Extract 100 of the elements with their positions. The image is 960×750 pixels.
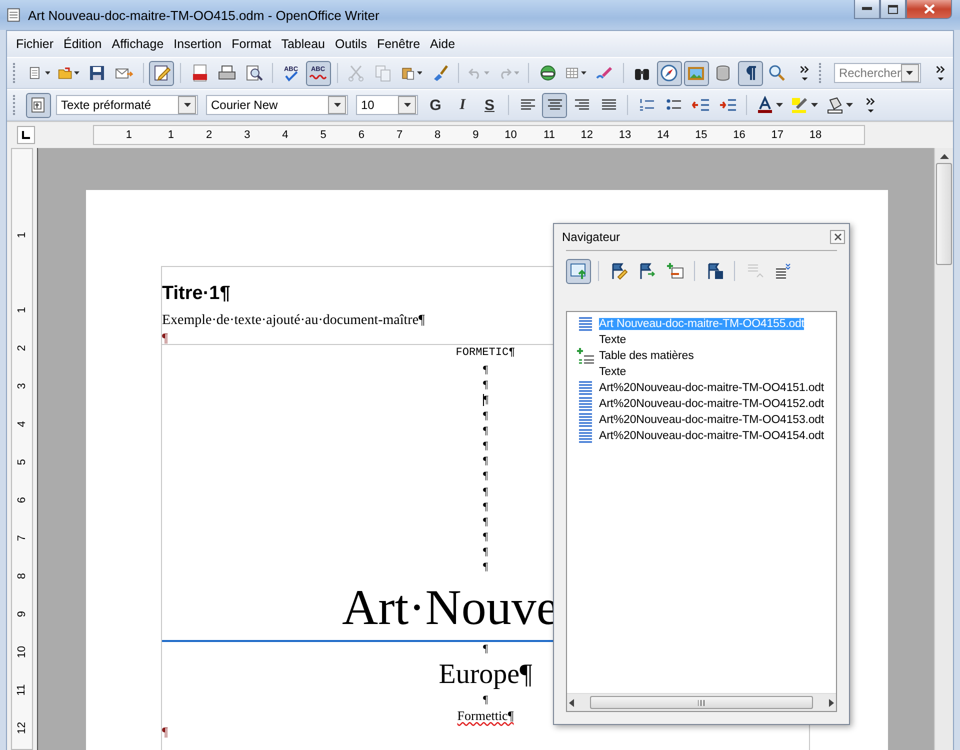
caret-icon	[184, 103, 190, 107]
printer-icon	[218, 64, 236, 82]
chevrons-icon	[866, 98, 875, 112]
framed-picture-button[interactable]	[684, 60, 709, 86]
list-item[interactable]: Art%20Nouveau-doc-maitre-TM-OO4152.odt	[567, 396, 836, 412]
vertical-ruler[interactable]: 1 1 2 3 4 5 6 7 8 9 10 11 12	[11, 148, 33, 750]
heading: Titre·1¶	[162, 283, 230, 304]
menu-item[interactable]: Outils	[330, 37, 372, 51]
menu-item[interactable]: Fichier	[11, 37, 59, 51]
italic-button[interactable]: I	[450, 92, 475, 118]
list-item[interactable]: Art%20Nouveau-doc-maitre-TM-OO4151.odt	[567, 380, 836, 396]
body-text: Exemple·de·texte·ajouté·au·document-maître¶	[162, 313, 425, 328]
flag-pencil-icon	[610, 262, 628, 280]
document-lines-icon	[577, 427, 595, 445]
paragraph-mark: ¶	[483, 500, 488, 513]
paragraph-mark: ¶	[483, 364, 488, 376]
flag-arrow-icon	[638, 262, 656, 280]
paragraph-mark: ¶	[483, 694, 488, 706]
paragraph-mark: ¶	[483, 642, 488, 655]
list-box-button[interactable]	[566, 258, 591, 284]
dropdown-field[interactable]: Texte préformaté	[56, 95, 198, 115]
menu-item[interactable]: Fenêtre	[372, 37, 426, 51]
magnifier-icon	[768, 64, 786, 82]
maximize-button[interactable]	[880, 0, 906, 19]
paragraph-mark: ¶	[483, 486, 488, 498]
horizontal-scrollbar[interactable]	[567, 693, 836, 711]
bold-button[interactable]: G	[423, 92, 448, 118]
pencil-page-icon	[152, 64, 171, 82]
scrollbar-thumb[interactable]	[936, 163, 952, 265]
magnifier-page-icon	[244, 64, 263, 82]
close-icon	[924, 4, 934, 14]
maximize-icon	[888, 4, 898, 14]
highlighter-icon	[791, 96, 809, 114]
title-text: Art·Nouve	[342, 578, 559, 635]
close-icon	[834, 233, 842, 241]
menu-item[interactable]: Tableau	[276, 37, 330, 51]
list-item[interactable]: Art%20Nouveau-doc-maitre-TM-OO4154.odt	[567, 428, 836, 444]
document-lines-icon	[577, 315, 595, 333]
menu-item[interactable]: Édition	[58, 37, 107, 51]
caret-icon	[334, 103, 340, 107]
paragraph-mark: ¶	[162, 724, 168, 739]
paragraph-mark: ¶	[483, 531, 488, 544]
underline-button[interactable]: S	[477, 92, 502, 118]
paragraph-mark: ¶	[483, 516, 488, 528]
menu-item[interactable]: Aide	[425, 37, 460, 51]
paragraph-mark: ¶	[483, 455, 488, 468]
copy-icon	[374, 64, 392, 82]
close-button[interactable]	[830, 230, 845, 244]
vertical-scrollbar[interactable]	[934, 148, 953, 750]
font-color-icon	[756, 96, 774, 114]
globe-link-icon	[538, 64, 557, 82]
menu-item[interactable]: Insertion	[168, 37, 227, 51]
paragraph-mark: ¶	[162, 330, 168, 345]
grip-icon	[698, 700, 705, 706]
insert-document-icon	[666, 262, 684, 280]
pencil-page-button[interactable]	[149, 60, 174, 86]
scrollbar-thumb[interactable]	[590, 696, 813, 709]
paragraph-mark: ¶	[483, 379, 488, 392]
pilcrow-button[interactable]	[738, 60, 763, 86]
menu-item[interactable]: Affichage	[106, 37, 169, 51]
paragraph-mark: ¶	[483, 410, 488, 422]
search-field[interactable]: Rechercher	[834, 63, 921, 83]
list-item[interactable]: Table des matières	[567, 348, 836, 364]
caret-icon	[404, 103, 410, 107]
subtitle-text: Europe¶	[438, 658, 532, 690]
centered-text: FORMETIC¶	[456, 347, 516, 359]
list-box-icon	[570, 262, 588, 280]
paragraph-mark: ¶	[483, 546, 488, 558]
styles-panel-button[interactable]	[26, 92, 51, 118]
document-lines-icon	[577, 411, 595, 429]
list-item[interactable]: Art%20Nouveau-doc-maitre-TM-OO4153.odt	[567, 412, 836, 428]
tab-stop-icon[interactable]	[17, 126, 35, 144]
list-item[interactable]: Texte	[567, 364, 836, 380]
menu-item[interactable]: Format	[226, 37, 276, 51]
styles-panel-icon	[30, 96, 48, 114]
document-lines-icon	[577, 379, 595, 397]
writer-document-icon	[6, 7, 22, 23]
close-button[interactable]	[906, 0, 952, 19]
paragraph-mark: ¶	[483, 561, 488, 574]
index-list-icon	[577, 347, 595, 365]
dropdown-field[interactable]: Courier New	[206, 95, 348, 115]
horizontal-ruler[interactable]: 1 1 2 3 4 5 6 7 8 9 10 11 12 13 14 15 16 17 18	[93, 125, 865, 145]
compass-icon	[660, 64, 678, 82]
chevrons-icon	[800, 66, 809, 80]
align-center-button[interactable]	[542, 92, 567, 118]
left-arrow-icon	[569, 698, 574, 706]
chevrons-icon	[936, 66, 945, 80]
move-up-icon	[746, 262, 764, 280]
paragraph-mark: ¶	[483, 424, 488, 437]
minimize-button[interactable]	[854, 0, 880, 19]
dropdown-field[interactable]: 10	[356, 95, 418, 115]
list-item[interactable]: Texte	[567, 332, 836, 348]
minimize-icon	[862, 7, 872, 11]
caret-icon	[906, 71, 914, 75]
database-icon	[714, 64, 732, 82]
compass-button[interactable]	[656, 60, 682, 86]
paint-bucket-icon	[826, 96, 844, 114]
centered-text: Formettic¶	[457, 708, 514, 723]
content-list[interactable]	[566, 311, 837, 712]
paragraph-mark: ¶	[483, 440, 488, 452]
